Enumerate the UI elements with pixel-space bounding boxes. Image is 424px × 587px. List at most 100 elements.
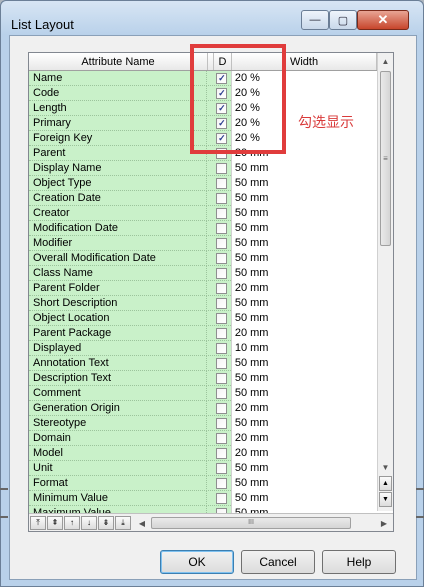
width-cell[interactable]: 20 mm <box>230 401 377 416</box>
ok-button[interactable]: OK <box>160 550 234 574</box>
table-row[interactable]: Object Type 50 mm <box>29 176 377 191</box>
table-row[interactable]: Short Description 50 mm <box>29 296 377 311</box>
width-cell[interactable]: 50 mm <box>230 236 377 251</box>
displayed-checkbox[interactable] <box>216 328 228 339</box>
displayed-checkbox[interactable] <box>216 193 228 204</box>
displayed-checkbox[interactable] <box>216 178 228 189</box>
move-to-bottom-icon[interactable]: ⤓ <box>115 515 131 530</box>
displayed-checkbox[interactable] <box>216 238 228 249</box>
displayed-checkbox[interactable] <box>216 313 228 324</box>
width-cell[interactable]: 50 mm <box>230 416 377 431</box>
displayed-checkbox[interactable] <box>216 253 228 264</box>
table-row[interactable]: Modification Date 50 mm <box>29 221 377 236</box>
table-row[interactable]: Parent Package 20 mm <box>29 326 377 341</box>
move-to-top-icon[interactable]: ⤒ <box>30 515 46 530</box>
move-down-icon[interactable]: ↓ <box>81 515 97 530</box>
scroll-left-arrow-icon[interactable]: ◀ <box>135 519 149 528</box>
horizontal-scroll-thumb[interactable]: III <box>151 517 351 529</box>
displayed-checkbox[interactable] <box>216 493 228 504</box>
table-row[interactable]: Stereotype 50 mm <box>29 416 377 431</box>
width-cell[interactable]: 50 mm <box>230 191 377 206</box>
displayed-checkbox[interactable] <box>216 208 228 219</box>
maximize-button[interactable]: ▢ <box>329 10 357 30</box>
table-row[interactable]: Minimum Value 50 mm <box>29 491 377 506</box>
displayed-checkbox[interactable] <box>216 418 228 429</box>
width-cell[interactable]: 50 mm <box>230 176 377 191</box>
displayed-checkbox[interactable] <box>216 463 228 474</box>
move-up-icon[interactable]: ↑ <box>64 515 80 530</box>
grid-toolbar: ⤒ ⇞ ↑ ↓ ⇟ ⤓ ◀ III ▶ <box>29 513 393 531</box>
scroll-up-arrow-icon[interactable]: ▲ <box>378 53 393 69</box>
displayed-checkbox[interactable] <box>216 298 228 309</box>
displayed-checkbox[interactable] <box>216 358 228 369</box>
scroll-thumb[interactable]: ≡ <box>380 71 391 246</box>
displayed-checkbox[interactable] <box>216 478 228 489</box>
close-button[interactable]: ✕ <box>357 10 409 30</box>
width-cell[interactable]: 20 mm <box>230 446 377 461</box>
width-cell[interactable]: 50 mm <box>230 161 377 176</box>
table-row[interactable]: Modifier 50 mm <box>29 236 377 251</box>
width-cell[interactable]: 50 mm <box>230 461 377 476</box>
horizontal-scrollbar[interactable]: ◀ III ▶ <box>135 516 393 530</box>
displayed-checkbox[interactable] <box>216 388 228 399</box>
table-row[interactable]: Display Name 50 mm <box>29 161 377 176</box>
width-cell[interactable]: 50 mm <box>230 311 377 326</box>
displayed-checkbox[interactable] <box>216 163 228 174</box>
column-header-attribute-name[interactable]: Attribute Name <box>29 53 208 70</box>
width-cell[interactable]: 50 mm <box>230 296 377 311</box>
displayed-checkbox[interactable] <box>216 268 228 279</box>
width-cell[interactable]: 50 mm <box>230 371 377 386</box>
move-up-side-icon[interactable]: ▲ <box>379 476 392 491</box>
displayed-checkbox[interactable] <box>216 283 228 294</box>
table-row[interactable]: Domain 20 mm <box>29 431 377 446</box>
table-row[interactable]: Object Location 50 mm <box>29 311 377 326</box>
displayed-checkbox[interactable] <box>216 223 228 234</box>
attribute-name-cell: Model <box>29 446 207 461</box>
page-down-icon[interactable]: ⇟ <box>98 515 114 530</box>
width-cell[interactable]: 20 mm <box>230 281 377 296</box>
table-row[interactable]: Model 20 mm <box>29 446 377 461</box>
width-cell[interactable]: 50 mm <box>230 356 377 371</box>
width-cell[interactable]: 50 mm <box>230 251 377 266</box>
width-cell[interactable]: 20 mm <box>230 326 377 341</box>
displayed-checkbox[interactable] <box>216 403 228 414</box>
cancel-button[interactable]: Cancel <box>241 550 315 574</box>
table-row[interactable]: Displayed 10 mm <box>29 341 377 356</box>
table-row[interactable]: Overall Modification Date 50 mm <box>29 251 377 266</box>
attribute-name-cell: Annotation Text <box>29 356 207 371</box>
move-down-side-icon[interactable]: ▼ <box>379 492 392 507</box>
width-cell[interactable]: 20 mm <box>230 431 377 446</box>
table-row[interactable]: Description Text 50 mm <box>29 371 377 386</box>
table-row[interactable]: Annotation Text 50 mm <box>29 356 377 371</box>
attribute-name-cell: Parent Package <box>29 326 207 341</box>
page-up-icon[interactable]: ⇞ <box>47 515 63 530</box>
width-cell[interactable]: 10 mm <box>230 341 377 356</box>
width-cell[interactable]: 50 mm <box>230 476 377 491</box>
table-row[interactable]: Class Name 50 mm <box>29 266 377 281</box>
minimize-button[interactable]: — <box>301 10 329 30</box>
scroll-right-arrow-icon[interactable]: ▶ <box>377 519 391 528</box>
table-row[interactable]: Parent Folder 20 mm <box>29 281 377 296</box>
vertical-scrollbar[interactable]: ▲ ≡ ▼ <box>377 53 393 475</box>
table-row[interactable]: Creation Date 50 mm <box>29 191 377 206</box>
attribute-name-cell: Class Name <box>29 266 207 281</box>
width-cell[interactable]: 50 mm <box>230 386 377 401</box>
scroll-down-arrow-icon[interactable]: ▼ <box>378 459 393 475</box>
width-cell[interactable]: 50 mm <box>230 266 377 281</box>
displayed-checkbox[interactable] <box>216 433 228 444</box>
table-row[interactable]: Format 50 mm <box>29 476 377 491</box>
width-cell[interactable]: 50 mm <box>230 221 377 236</box>
width-cell[interactable]: 50 mm <box>230 206 377 221</box>
window-title: List Layout <box>11 17 74 32</box>
table-row[interactable]: Comment 50 mm <box>29 386 377 401</box>
help-button[interactable]: Help <box>322 550 396 574</box>
displayed-checkbox[interactable] <box>216 448 228 459</box>
table-row[interactable]: Unit 50 mm <box>29 461 377 476</box>
displayed-checkbox[interactable] <box>216 343 228 354</box>
annotation-text: 勾选显示 <box>298 114 354 130</box>
table-row[interactable]: Creator 50 mm <box>29 206 377 221</box>
table-row[interactable]: Generation Origin 20 mm <box>29 401 377 416</box>
attribute-name-cell: Object Location <box>29 311 207 326</box>
displayed-checkbox[interactable] <box>216 373 228 384</box>
width-cell[interactable]: 50 mm <box>230 491 377 506</box>
